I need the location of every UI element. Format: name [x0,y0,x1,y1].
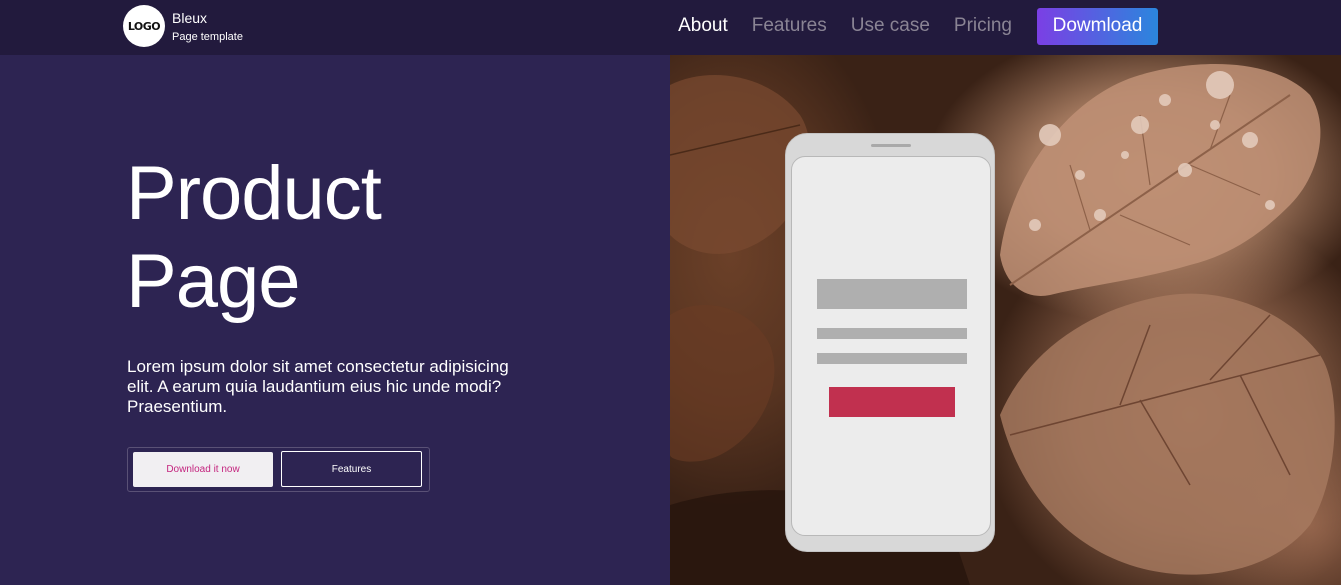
hero-title: Product Page [126,150,566,326]
nav-download-button[interactable]: Dowmload [1037,7,1158,45]
phone-mockup [785,133,995,552]
phone-placeholder-line [817,328,967,339]
nav-link-pricing[interactable]: Pricing [954,15,1012,37]
brand-tagline: Page template [172,30,243,43]
download-now-button[interactable]: Download it now [133,452,273,487]
nav-link-use-case[interactable]: Use case [851,15,930,37]
logo: LOGO [123,5,165,47]
hero-title-line-2: Page [126,239,300,324]
phone-screen [791,156,991,536]
hero-button-group: Download it now Features [127,447,430,492]
nav-link-about[interactable]: About [678,15,728,37]
brand-text: Bleux Page template [172,9,243,44]
autumn-leaves-photo [670,63,1335,585]
phone-placeholder-block [817,279,967,309]
nav-link-features[interactable]: Features [752,15,827,37]
hero-description: Lorem ipsum dolor sit amet consectetur a… [127,357,509,416]
top-navbar: LOGO Bleux Page template About Features … [0,0,1341,55]
brand[interactable]: LOGO Bleux Page template [123,4,243,48]
features-button[interactable]: Features [281,451,422,487]
hero-image [670,55,1341,585]
phone-placeholder-line [817,353,967,364]
nav-links: About Features Use case Pricing Dowmload [678,7,1158,45]
phone-placeholder-button [829,387,955,417]
brand-name: Bleux [172,9,208,26]
hero-section: Product Page Lorem ipsum dolor sit amet … [0,55,670,585]
phone-speaker [871,144,911,147]
hero-title-line-1: Product [126,151,382,236]
